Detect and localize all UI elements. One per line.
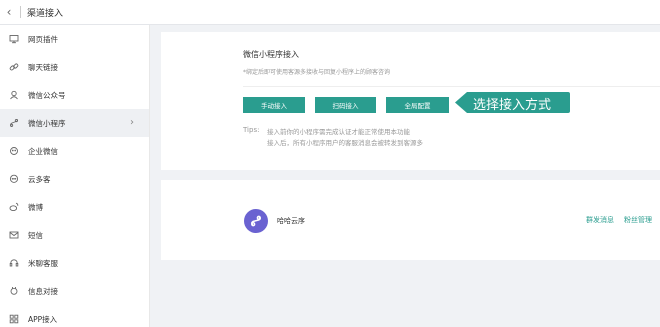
wechat-official-icon [9,90,19,100]
sidebar-item-label: 云多客 [28,174,51,184]
divider [243,86,660,87]
sidebar-item-label: 微信小程序 [28,118,66,128]
chevron-right-icon: › [130,117,134,128]
sidebar-item-label: 信息对接 [28,286,58,296]
sidebar-item-label: 短信 [28,230,43,240]
plug-icon [9,286,19,296]
app-card: 哈哈云序 群发消息 粉丝管理 [161,180,660,260]
top-bar: ‹ 渠道接入 [0,0,660,25]
tips-line: 接入前你的小程序需完成认证才能正常使用本功能 [267,128,410,136]
sidebar: 网页插件 聊天链接 微信公众号 微信小程序 › 企业微信 云多客 微博 短信 米… [0,25,150,327]
monitor-icon [9,34,19,44]
sidebar-item-label: 网页插件 [28,34,58,44]
sidebar-item-work-wechat[interactable]: 企业微信 [0,137,149,165]
sidebar-item-label: APP接入 [28,314,58,324]
sidebar-item-web-plugin[interactable]: 网页插件 [0,25,149,53]
callout-text: 选择接入方式 [473,98,552,113]
manual-access-button[interactable]: 手动接入 [243,97,305,113]
headset-icon [9,258,19,268]
sidebar-item-label: 米聊客服 [28,258,58,268]
weibo-icon [9,202,19,212]
divider [20,6,21,18]
app-name: 哈哈云序 [277,217,305,225]
work-wechat-icon [9,146,19,156]
app-logo [244,209,268,233]
sidebar-item-sms[interactable]: 短信 [0,221,149,249]
access-card-subtitle: *绑定后即可使用客源多接收与回复小程序上的顾客咨询 [243,69,391,76]
access-card: 微信小程序接入 *绑定后即可使用客源多接收与回复小程序上的顾客咨询 手动接入 扫… [161,32,660,170]
tips-line: 接入后，所有小程序用户的客服消息会被转发到客源多 [267,139,423,147]
sidebar-item-label: 企业微信 [28,146,58,156]
sidebar-item-integration[interactable]: 信息对接 [0,277,149,305]
mini-program-icon [9,118,19,128]
sidebar-item-app[interactable]: APP接入 [0,305,149,327]
access-card-title: 微信小程序接入 [243,50,299,59]
tips-label: Tips: [243,126,260,134]
sidebar-item-wechat-official[interactable]: 微信公众号 [0,81,149,109]
app-icon [9,314,19,324]
scan-access-button[interactable]: 扫码接入 [315,97,376,113]
annotation-callout: 选择接入方式 [455,91,570,114]
chevron-left-icon[interactable]: ‹ [0,5,18,19]
broadcast-link[interactable]: 群发消息 [586,215,614,225]
sidebar-item-label: 微信公众号 [28,90,66,100]
sidebar-item-label: 微博 [28,202,43,212]
sidebar-item-chat-link[interactable]: 聊天链接 [0,53,149,81]
sidebar-item-yunduoke[interactable]: 云多客 [0,165,149,193]
link-icon [9,62,19,72]
mini-program-icon [251,215,261,227]
fans-manage-link[interactable]: 粉丝管理 [624,215,652,225]
page-title: 渠道接入 [27,8,64,19]
sidebar-item-weibo[interactable]: 微博 [0,193,149,221]
global-config-button[interactable]: 全局配置 [386,97,449,113]
sidebar-item-mini-program[interactable]: 微信小程序 › [0,109,149,137]
mail-icon [9,230,19,240]
chat-bubble-icon [9,174,19,184]
sidebar-item-miliao[interactable]: 米聊客服 [0,249,149,277]
sidebar-item-label: 聊天链接 [28,62,58,72]
